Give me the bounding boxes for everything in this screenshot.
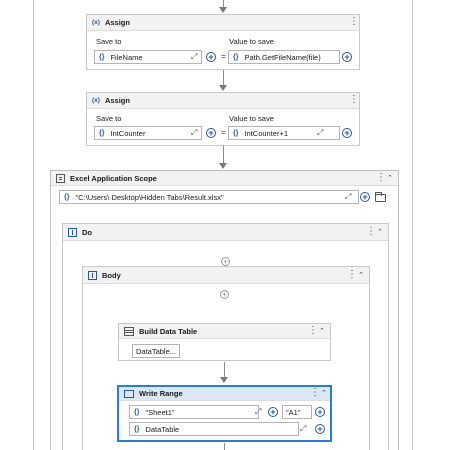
excel-application-scope[interactable]: Excel Application Scope ⋮ ⌃ {} "C:\Users… [50, 170, 399, 450]
save-to-value: FileName [110, 52, 143, 62]
expand-editor-icon[interactable]: ⤢ [191, 128, 197, 138]
more-options-icon[interactable]: ⋮ [349, 95, 359, 105]
activity-title: Assign [104, 96, 130, 105]
value-to-save-label: Value to save [229, 114, 274, 123]
activity-title: Do [82, 227, 92, 237]
expression-brace-icon: {} [134, 408, 140, 416]
activity-title: Body [102, 270, 121, 280]
outer-right-border [412, 0, 413, 450]
body-header: Body ⋮ ⌃ [83, 267, 369, 284]
assign-activity-2[interactable]: (x) Assign ⋮ Save to Value to save {} In… [86, 92, 360, 146]
plus-icon[interactable]: + [206, 52, 216, 62]
expand-editor-icon[interactable]: ⤢ [191, 52, 197, 62]
expression-brace-icon: {} [233, 129, 239, 137]
more-options-icon[interactable]: ⋮ [347, 270, 357, 280]
save-to-label: Save to [96, 114, 122, 123]
table-icon [124, 326, 134, 336]
collapse-icon[interactable]: ⌃ [387, 174, 393, 182]
more-options-icon[interactable]: ⋮ [310, 388, 320, 398]
start-cell-value: "A1" [286, 407, 301, 417]
plus-icon[interactable]: + [342, 128, 352, 138]
build-data-table-header: Build Data Table ⋮ ⌃ [119, 324, 330, 339]
equals-sign: = [221, 52, 226, 61]
plus-icon[interactable]: + [360, 192, 370, 202]
plus-icon[interactable]: + [315, 407, 325, 417]
connector [223, 70, 224, 86]
workbook-path-field[interactable]: {} "C:\Users\ Desktop\Hidden Tabs\Result… [59, 190, 359, 204]
sheet-name-value: "Sheet1" [145, 407, 175, 417]
add-activity-icon[interactable]: + [221, 257, 230, 266]
write-range-activity[interactable]: Write Range ⋮ ⌃ {} "Sheet1" ⤢ + "A1" + {… [117, 385, 332, 442]
collapse-icon[interactable]: ⌃ [377, 228, 383, 236]
expand-editor-icon[interactable]: ⤢ [345, 192, 351, 202]
value-to-save-field[interactable]: {} Path.GetFileName(file) [228, 50, 340, 64]
more-options-icon[interactable]: ⋮ [366, 227, 376, 237]
plus-icon[interactable]: + [315, 424, 325, 434]
write-range-header: Write Range ⋮ ⌃ [119, 387, 330, 401]
expression-brace-icon: {} [233, 53, 239, 61]
value-to-save-value: Path.GetFileName(file) [244, 52, 321, 62]
datatable-field[interactable]: {} DataTable [129, 422, 299, 436]
collapse-icon[interactable]: ⌃ [358, 271, 364, 279]
activity-title: Excel Application Scope [70, 173, 157, 183]
sequence-icon [88, 270, 97, 280]
connector-arrow [220, 377, 228, 383]
expand-editor-icon[interactable]: ⤢ [300, 424, 306, 434]
variable-icon: (x) [92, 97, 100, 104]
expand-editor-icon[interactable]: ⤢ [255, 407, 261, 417]
expand-editor-icon[interactable]: ⤢ [317, 128, 323, 138]
activity-title: Build Data Table [139, 326, 198, 336]
expression-brace-icon: {} [134, 425, 140, 433]
variable-icon: (x) [92, 19, 100, 26]
body-sequence[interactable]: Body ⋮ ⌃ + Build Data Table ⋮ ⌃ DataTabl… [82, 266, 370, 450]
value-to-save-value: IntCounter+1 [244, 128, 289, 138]
save-to-value: IntCounter [110, 128, 146, 138]
connector-arrow [219, 7, 227, 13]
workbook-path-value: "C:\Users\ Desktop\Hidden Tabs\Result.xl… [75, 192, 224, 202]
connector-arrow [219, 163, 227, 169]
assign-activity-1[interactable]: (x) Assign ⋮ Save to Value to save {} Fi… [86, 14, 360, 70]
do-header: Do ⋮ ⌃ [63, 224, 388, 241]
add-activity-icon[interactable]: + [220, 290, 229, 299]
more-options-icon[interactable]: ⋮ [376, 173, 386, 183]
save-to-field[interactable]: {} IntCounter [94, 126, 202, 140]
collapse-icon[interactable]: ⌃ [321, 389, 327, 397]
plus-icon[interactable]: + [206, 128, 216, 138]
assign-header-2: (x) Assign ⋮ [87, 93, 359, 109]
connector-arrow [219, 85, 227, 91]
do-sequence[interactable]: Do ⋮ ⌃ + Body ⋮ ⌃ + Build Data Table ⋮ ⌃ [62, 223, 389, 450]
activity-title: Assign [104, 18, 130, 27]
value-to-save-label: Value to save [229, 37, 274, 46]
expression-brace-icon: {} [99, 53, 105, 61]
start-cell-field[interactable]: "A1" [282, 405, 312, 419]
plus-icon[interactable]: + [342, 52, 352, 62]
expression-brace-icon: {} [64, 193, 70, 201]
build-data-table-activity[interactable]: Build Data Table ⋮ ⌃ DataTable... [118, 323, 331, 361]
excel-icon [56, 173, 65, 183]
more-options-icon[interactable]: ⋮ [308, 326, 318, 336]
more-options-icon[interactable]: ⋮ [349, 17, 359, 27]
outer-left-border [33, 0, 34, 450]
activity-title: Write Range [139, 389, 183, 398]
browse-folder-icon[interactable] [375, 192, 386, 202]
connector [224, 443, 225, 450]
write-range-icon [124, 389, 134, 398]
plus-icon[interactable]: + [268, 407, 278, 417]
sheet-name-field[interactable]: {} "Sheet1" [129, 405, 259, 419]
collapse-icon[interactable]: ⌃ [319, 327, 325, 335]
equals-sign: = [221, 128, 226, 137]
save-to-field[interactable]: {} FileName [94, 50, 202, 64]
assign-header-1: (x) Assign ⋮ [87, 15, 359, 31]
connector [223, 146, 224, 164]
datatable-button[interactable]: DataTable... [132, 344, 181, 358]
connector [224, 362, 225, 378]
save-to-label: Save to [96, 37, 122, 46]
sequence-icon [68, 227, 77, 237]
datatable-value: DataTable [145, 424, 180, 434]
excel-scope-header: Excel Application Scope ⋮ ⌃ [51, 171, 398, 186]
expression-brace-icon: {} [99, 129, 105, 137]
